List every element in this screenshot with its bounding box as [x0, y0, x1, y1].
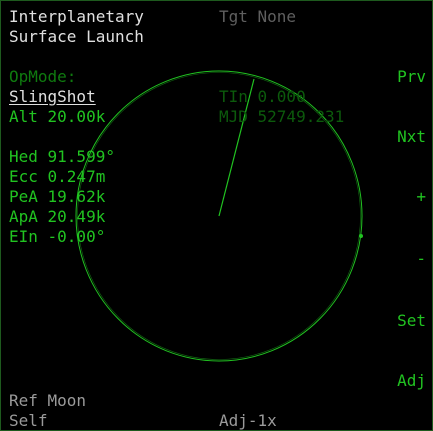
reference-body: Ref Moon	[9, 391, 87, 410]
opmode-value: SlingShot	[9, 87, 96, 106]
eccentricity-value: Ecc 0.247m	[9, 167, 106, 186]
apoapsis-value: ApA 20.49k	[9, 207, 106, 226]
target-label: Tgt None	[219, 7, 297, 26]
plus-button[interactable]: +	[416, 187, 426, 207]
minus-button[interactable]: -	[416, 249, 426, 269]
title-line2: Surface Launch	[9, 27, 144, 46]
altitude-value: Alt 20.00k	[9, 107, 106, 126]
opmode-label: OpMode:	[9, 67, 77, 86]
prv-button[interactable]: Prv	[397, 67, 426, 87]
adjust-step: Adj-1x	[219, 411, 277, 430]
title-line1: Interplanetary	[9, 7, 144, 26]
adj-button[interactable]: Adj	[397, 371, 426, 391]
mfd-display: Interplanetary Surface Launch Tgt None O…	[0, 0, 433, 431]
self-label: Self	[9, 411, 48, 430]
periapsis-value: PeA 19.62k	[9, 187, 106, 206]
nxt-button[interactable]: Nxt	[397, 127, 426, 147]
heading-value: Hed 91.599°	[9, 147, 115, 166]
tin-value: TIn 0.000	[219, 87, 306, 106]
ejection-inclination-value: EIn -0.00°	[9, 227, 106, 246]
mjd-value: MJD 52749.231	[219, 107, 345, 126]
set-button[interactable]: Set	[397, 311, 426, 331]
vessel-position-marker	[359, 234, 363, 238]
